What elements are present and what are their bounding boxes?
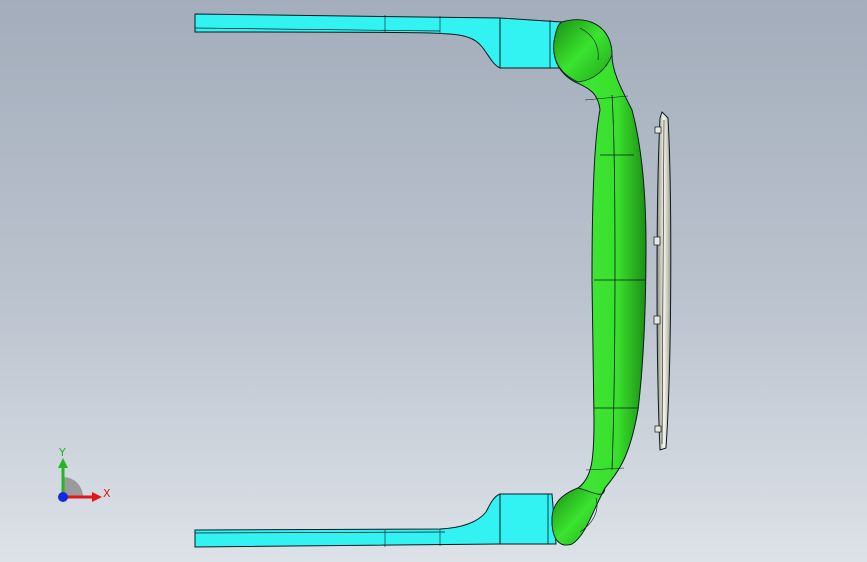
lens-clip-1[interactable]	[654, 126, 662, 134]
temple-arm-bottom[interactable]	[194, 493, 557, 548]
lens-clip-2[interactable]	[653, 236, 661, 246]
x-axis-label: X	[103, 487, 111, 500]
lens-clip-3[interactable]	[653, 315, 661, 325]
lens-plate[interactable]	[653, 111, 672, 451]
front-frame[interactable]	[551, 19, 647, 546]
x-axis-arrowhead	[92, 492, 102, 502]
lens-clip-4[interactable]	[654, 425, 662, 433]
graphics-viewport[interactable]: Y X	[0, 0, 867, 562]
temple-arm-top[interactable]	[194, 13, 563, 69]
axis-triad: Y X	[58, 446, 111, 502]
y-axis-arrowhead	[58, 458, 68, 468]
z-axis-dot	[58, 492, 68, 502]
y-axis-label: Y	[58, 446, 66, 459]
model-view[interactable]: Y X	[0, 0, 867, 562]
